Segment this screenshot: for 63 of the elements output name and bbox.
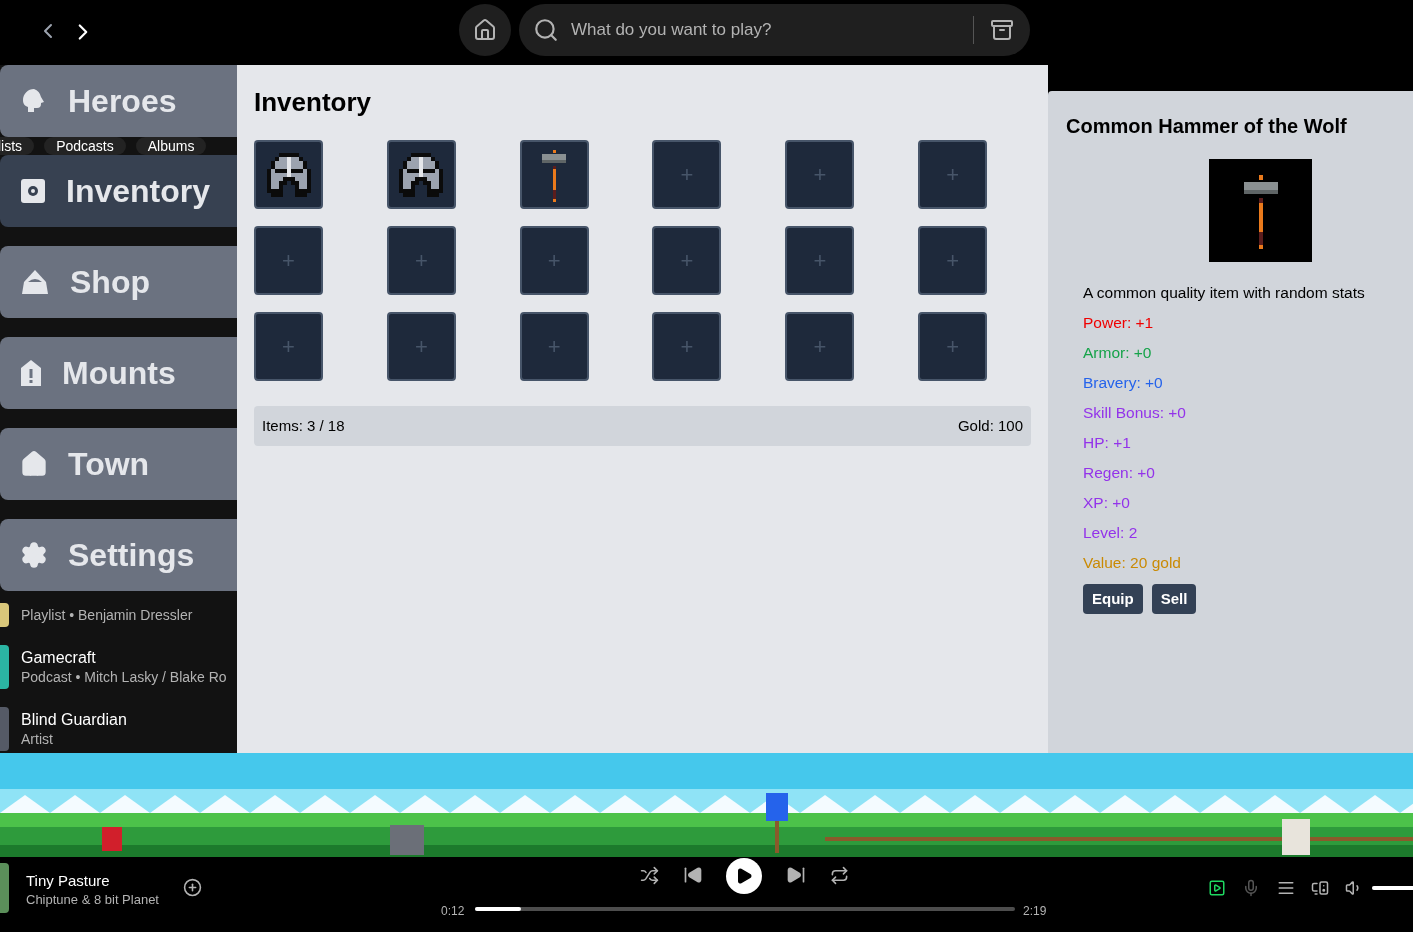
item-stat: Bravery: +0 (1083, 373, 1164, 393)
device-icon[interactable] (1311, 879, 1329, 897)
now-playing-icon[interactable] (1208, 879, 1226, 897)
shield-alert-icon (20, 359, 42, 387)
bag-icon (20, 268, 50, 296)
item-stat: Level: 2 (1083, 523, 1139, 543)
shuffle-icon[interactable] (640, 866, 659, 885)
nav-button[interactable]: Settings (0, 519, 237, 591)
item-stat: Skill Bonus: +0 (1083, 403, 1187, 423)
filter-chip[interactable]: Albums (135, 137, 207, 155)
nav-button[interactable]: Mounts (0, 337, 237, 409)
item-stat: Value: 20 gold (1083, 553, 1182, 573)
home-icon (473, 18, 497, 42)
nav-button[interactable]: Heroes (0, 65, 237, 137)
progress-track[interactable] (475, 907, 1015, 911)
action-button[interactable]: Equip (1083, 584, 1143, 614)
add-icon[interactable] (183, 878, 202, 897)
library-item-subtitle: Artist (21, 730, 54, 748)
track-title[interactable]: Tiny Pasture (26, 870, 110, 893)
item-title: Common Hammer of the Wolf (1066, 114, 1348, 139)
library-item-title[interactable]: Blind Guardian (21, 710, 127, 730)
item-stat: Armor: +0 (1083, 343, 1153, 363)
currency-total: Gold: 100 (957, 415, 1023, 436)
action-button[interactable]: Sell (1151, 584, 1197, 614)
search-field[interactable]: What do you want to play? (519, 4, 1030, 56)
cover-art (0, 707, 9, 751)
home-button[interactable] (459, 4, 511, 56)
previous-icon[interactable] (683, 865, 703, 885)
item-description: A common quality item with random stats (1083, 283, 1366, 303)
item-stat: HP: +1 (1083, 433, 1132, 453)
cover-art (0, 645, 9, 689)
library-item-title[interactable]: Gamecraft (21, 648, 227, 668)
search-input[interactable]: What do you want to play? (571, 17, 973, 43)
elapsed-time: 0:12 (441, 903, 465, 920)
library-item-subtitle: Playlist • Benjamin Dressler (21, 606, 193, 624)
play-icon (735, 867, 753, 885)
page-title: Inventory (254, 86, 373, 119)
volume-track[interactable] (1372, 886, 1413, 890)
queue-icon[interactable] (1277, 879, 1295, 897)
total-time: 2:19 (1023, 903, 1047, 920)
nav-button[interactable]: Town (0, 428, 237, 500)
item-stat: Power: +1 (1083, 313, 1155, 333)
box-icon (20, 178, 46, 204)
item-stat: Regen: +0 (1083, 463, 1156, 483)
cover-art (0, 603, 9, 627)
play-button[interactable] (726, 858, 762, 894)
item-slot[interactable] (254, 140, 323, 209)
home-icon (20, 450, 48, 478)
item-count: Items: 3 / 18 (262, 415, 345, 436)
repeat-icon[interactable] (830, 866, 849, 885)
nav-button[interactable]: Inventory (0, 155, 237, 227)
next-icon[interactable] (786, 865, 806, 885)
settings-icon (20, 541, 48, 569)
item-stat: XP: +0 (1083, 493, 1131, 513)
track-artist[interactable]: Chiptune & 8 bit Planet (26, 890, 159, 910)
album-art (0, 863, 9, 913)
microphone-icon[interactable] (1242, 879, 1260, 897)
browse-icon[interactable] (990, 18, 1014, 42)
search-icon (533, 17, 559, 43)
filter-chip[interactable]: Podcasts (44, 137, 126, 155)
nav-button[interactable]: Shop (0, 246, 237, 318)
library-item-subtitle: Podcast • Mitch Lasky / Blake Ro (21, 668, 227, 686)
item-slot[interactable] (386, 140, 456, 209)
